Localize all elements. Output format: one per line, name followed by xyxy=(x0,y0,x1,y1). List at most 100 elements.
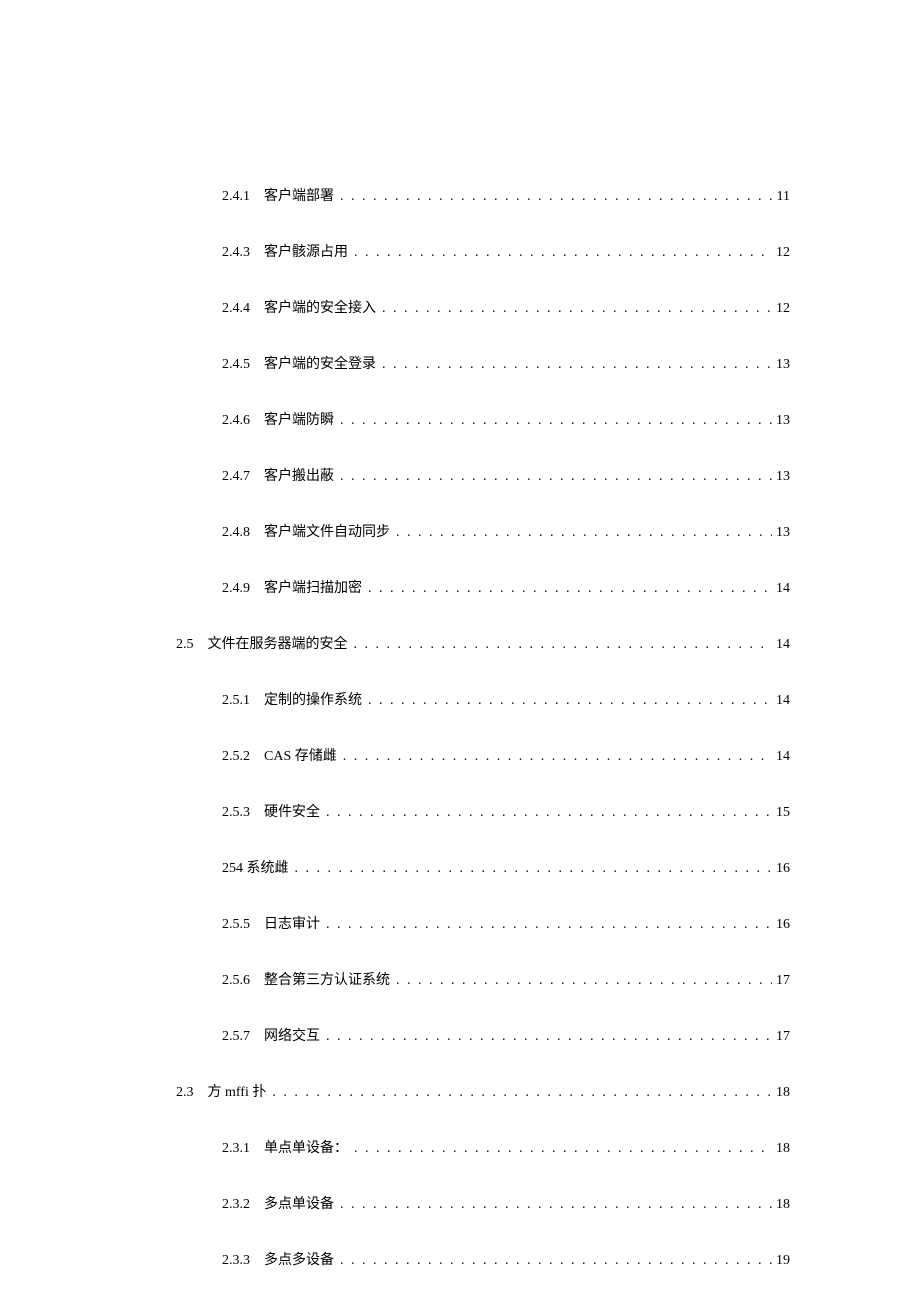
toc-title: 客户端扫描加密 xyxy=(264,577,362,597)
toc-entry: 2.5.5 日志审计 16 xyxy=(130,913,790,933)
toc-entry: 2.4.4 客户端的安全接入 12 xyxy=(130,297,790,317)
toc-page-number: 12 xyxy=(776,301,790,317)
toc-number: 2.5 xyxy=(176,637,194,653)
toc-page-number: 18 xyxy=(776,1197,790,1213)
toc-number: 2.4.7 xyxy=(222,469,250,485)
toc-number: 2.4.6 xyxy=(222,413,250,429)
toc-title: 客户骸源占用 xyxy=(264,241,348,261)
toc-number: 2.5.6 xyxy=(222,973,250,989)
toc-title: 客户端防瞬 xyxy=(264,409,334,429)
toc-entry: 2.4.1 客户端部署 11 xyxy=(130,185,790,205)
toc-entry: 2.3.3 多点多设备 19 xyxy=(130,1249,790,1269)
toc-entry: 2.5.7 网络交互 17 xyxy=(130,1025,790,1045)
toc-page-number: 13 xyxy=(776,413,790,429)
table-of-contents: 2.4.1 客户端部署 11 2.4.3 客户骸源占用 12 2.4.4 客户端的安全接入 12… xyxy=(130,185,790,1269)
toc-leader-dots xyxy=(354,637,773,653)
toc-entry: 2.5.2 CAS 存储雌 14 xyxy=(130,745,790,765)
toc-number: 2.4.4 xyxy=(222,301,250,317)
toc-page-number: 14 xyxy=(776,637,790,653)
toc-number: 2.3 xyxy=(176,1085,194,1101)
toc-title: 硬件安全 xyxy=(264,801,320,821)
toc-leader-dots xyxy=(396,973,772,989)
toc-page-number: 14 xyxy=(776,581,790,597)
toc-leader-dots xyxy=(340,413,772,429)
toc-leader-dots xyxy=(368,693,772,709)
toc-leader-dots xyxy=(354,245,772,261)
toc-entry: 2.3 方 mffi 扑 18 xyxy=(130,1081,790,1101)
toc-title: 客户搬出蔽 xyxy=(264,465,334,485)
toc-title: 客户端的安全登录 xyxy=(264,353,376,373)
toc-number: 2.5.3 xyxy=(222,805,250,821)
toc-leader-dots xyxy=(340,1253,772,1269)
toc-page-number: 14 xyxy=(776,749,790,765)
toc-number: 2.4.3 xyxy=(222,245,250,261)
toc-title: 文件在服务器端的安全 xyxy=(208,633,348,653)
toc-title: CAS 存储雌 xyxy=(264,745,337,765)
toc-entry: 2.4.6 客户端防瞬 13 xyxy=(130,409,790,429)
toc-title: 网络交互 xyxy=(264,1025,320,1045)
toc-page-number: 14 xyxy=(776,693,790,709)
toc-entry: 2.5.3 硬件安全 15 xyxy=(130,801,790,821)
toc-entry: 2.3.1 单点单设备： 18 xyxy=(130,1137,790,1157)
toc-page-number: 18 xyxy=(776,1141,790,1157)
toc-page-number: 19 xyxy=(776,1253,790,1269)
toc-entry: 2.4.3 客户骸源占用 12 xyxy=(130,241,790,261)
toc-number: 2.4.1 xyxy=(222,189,250,205)
toc-page-number: 18 xyxy=(776,1085,790,1101)
toc-page-number: 17 xyxy=(776,973,790,989)
toc-title: 日志审计 xyxy=(264,913,320,933)
toc-leader-dots xyxy=(368,581,772,597)
toc-title: 多点单设备 xyxy=(264,1193,334,1213)
toc-number: 2.4.9 xyxy=(222,581,250,597)
toc-number: 2.3.2 xyxy=(222,1197,250,1213)
toc-number: 2.5.5 xyxy=(222,917,250,933)
toc-leader-dots xyxy=(340,469,772,485)
toc-leader-dots xyxy=(326,805,772,821)
toc-title: 整合第三方认证系统 xyxy=(264,969,390,989)
toc-entry: 254 系统雌 16 xyxy=(130,857,790,877)
toc-title: 客户端部署 xyxy=(264,185,334,205)
toc-title: 单点单设备： xyxy=(264,1137,348,1157)
toc-page-number: 13 xyxy=(776,525,790,541)
toc-page-number: 13 xyxy=(776,357,790,373)
toc-leader-dots xyxy=(396,525,772,541)
toc-number: 2.4.8 xyxy=(222,525,250,541)
toc-page-number: 16 xyxy=(776,917,790,933)
toc-entry: 2.3.2 多点单设备 18 xyxy=(130,1193,790,1213)
toc-leader-dots xyxy=(272,1085,772,1101)
toc-leader-dots xyxy=(326,1029,772,1045)
toc-title: 定制的操作系统 xyxy=(264,689,362,709)
toc-number: 2.5.2 xyxy=(222,749,250,765)
toc-entry: 2.4.5 客户端的安全登录 13 xyxy=(130,353,790,373)
toc-title: 多点多设备 xyxy=(264,1249,334,1269)
toc-title: 方 mffi 扑 xyxy=(208,1081,267,1101)
toc-leader-dots xyxy=(382,357,772,373)
toc-leader-dots xyxy=(354,1141,772,1157)
toc-entry: 2.4.7 客户搬出蔽 13 xyxy=(130,465,790,485)
toc-leader-dots xyxy=(326,917,772,933)
toc-leader-dots xyxy=(382,301,772,317)
toc-title: 客户端文件自动同步 xyxy=(264,521,390,541)
toc-page-number: 12 xyxy=(776,245,790,261)
toc-title: 客户端的安全接入 xyxy=(264,297,376,317)
toc-number: 2.4.5 xyxy=(222,357,250,373)
toc-page-number: 17 xyxy=(776,1029,790,1045)
toc-entry: 2.4.8 客户端文件自动同步 13 xyxy=(130,521,790,541)
toc-page-number: 16 xyxy=(776,861,790,877)
toc-title: 254 系统雌 xyxy=(222,857,289,877)
toc-page-number: 13 xyxy=(776,469,790,485)
toc-entry: 2.4.9 客户端扫描加密 14 xyxy=(130,577,790,597)
toc-leader-dots xyxy=(295,861,773,877)
toc-leader-dots xyxy=(340,1197,772,1213)
toc-entry: 2.5.6 整合第三方认证系统 17 xyxy=(130,969,790,989)
toc-number: 2.5.7 xyxy=(222,1029,250,1045)
toc-entry: 2.5 文件在服务器端的安全 14 xyxy=(130,633,790,653)
toc-leader-dots xyxy=(340,189,773,205)
toc-number: 2.5.1 xyxy=(222,693,250,709)
toc-number: 2.3.1 xyxy=(222,1141,250,1157)
toc-leader-dots xyxy=(343,749,772,765)
toc-number: 2.3.3 xyxy=(222,1253,250,1269)
toc-page-number: 11 xyxy=(777,189,790,205)
toc-page-number: 15 xyxy=(776,805,790,821)
toc-entry: 2.5.1 定制的操作系统 14 xyxy=(130,689,790,709)
